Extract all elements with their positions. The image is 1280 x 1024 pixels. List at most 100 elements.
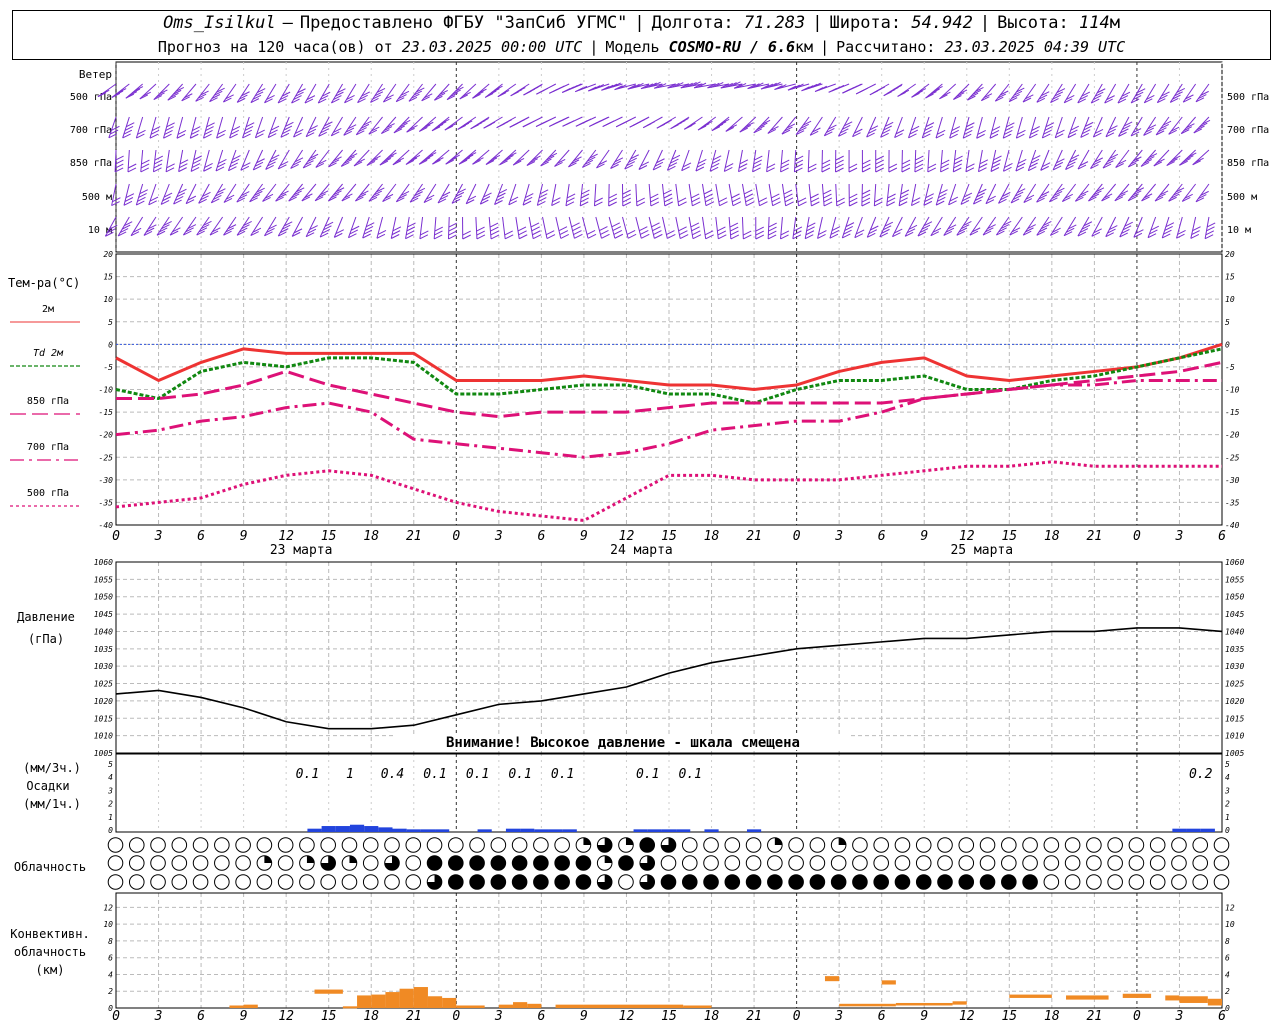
wind-barb [122,116,135,139]
wind-barb-feather [435,157,444,163]
wind-barb-feather [1095,187,1105,193]
wind-barb-feather [1080,190,1089,196]
wind-barb-feather [1056,129,1065,135]
wind-barb-feather [1022,97,1032,103]
wind-barb-feather [1088,196,1097,202]
wind-barb-feather [543,158,552,164]
wind-barb-shaft [152,149,157,172]
cloud-symbol [490,855,507,871]
temp-xtick: 18 [363,529,379,544]
wind-barb-feather [882,225,892,231]
wind-barb-feather [653,230,662,235]
wind-barb-shaft [1091,216,1103,237]
wind-barb [602,116,623,128]
wind-barb [927,149,937,173]
wind-barb-feather [122,133,131,139]
wind-barb-feather [449,92,459,98]
wind-barb-feather [356,130,365,136]
wind-barb [629,116,650,128]
cloud-symbol [490,874,507,890]
wind-barb-shaft [701,216,707,239]
wind-barb [395,183,410,203]
wind-barb-feather [652,226,661,232]
wind-barb-feather [212,227,221,233]
wind-barb-feather [328,196,337,202]
wind-barb-feather [995,96,1004,102]
wind-barb-feather [1124,221,1133,227]
wind-barb-shaft [344,83,357,104]
wind-barb-feather [823,193,832,199]
wind-barb-feather [990,167,1000,172]
cloud-symbol [1128,837,1145,853]
wind-barb-feather [587,156,596,162]
wind-barb-feather [480,117,489,123]
precip-bar [1200,828,1215,832]
wind-barb-shaft [215,149,224,172]
wind-barb-feather [976,192,985,198]
wind-barb-feather [915,155,924,161]
wind-barb-feather [330,193,340,199]
wind-barb [1176,216,1186,239]
wind-barb-shaft [1204,216,1210,239]
wind-barb [568,216,583,239]
wind-barb-feather [333,156,342,162]
wind-barb-feather [204,129,213,135]
wind-barb-shaft [728,183,734,206]
wind-barb-feather [1134,91,1144,97]
wind-barb-feather [808,163,817,169]
conv-ytick-right: 8 [1225,937,1230,946]
wind-barb-feather [480,199,489,205]
wind-barb [366,149,383,166]
temp-xtick: 21 [1087,529,1103,544]
wind-barb [293,116,304,138]
wind-barb-feather [862,167,871,173]
wind-barb [781,183,794,207]
cloud-symbol [724,874,741,890]
wind-barb-feather [724,82,733,88]
wind-barb-shaft [275,183,290,202]
wind-barb-feather [176,133,186,139]
wind-barb-feather [291,231,301,237]
wind-barb [614,83,636,91]
wind-barb [330,83,346,104]
wind-barb-shaft [277,83,290,104]
precip-bar [562,829,577,832]
wind-barb [767,116,783,134]
wind-barb-feather [344,193,353,199]
wind-barb-shaft [499,149,517,166]
wind-barb [315,149,330,168]
wind-barb [1117,83,1131,104]
wind-barb [459,83,477,100]
wind-barb-feather [917,88,927,93]
cloud-symbol [1064,874,1081,890]
wind-barb-feather [476,230,485,236]
wind-barb-feather [107,228,116,234]
wind-barb-feather [176,192,186,198]
wind-barb-feather [572,83,582,89]
wind-barb [341,183,357,202]
wind-barb-feather [1107,157,1116,162]
wind-barb-feather [569,84,578,90]
wind-barb-shaft [948,183,957,205]
longitude-label: Долгота: [651,13,734,33]
wind-barb [496,116,517,129]
conv-bar [895,1002,953,1006]
wind-barb-feather [396,125,405,131]
wind-barb [209,83,225,103]
wind-barb-feather [494,200,503,205]
wind-barb-feather [600,229,609,235]
cloud-symbol [384,855,400,871]
wind-barb-feather [173,199,182,205]
wind-barb-feather [869,125,879,131]
temp-ytick-right: -30 [1225,476,1240,485]
forecast-label: Прогноз на 120 часа(ов) от [157,38,393,56]
wind-barb-feather [960,224,970,230]
wind-barb-feather [1030,129,1039,135]
wind-barb-feather [914,90,923,96]
wind-barb-feather [164,129,173,135]
wind-barb-feather [156,230,166,236]
cloud-symbol [1043,837,1060,853]
wind-barb [223,216,237,236]
wind-barb [683,116,703,130]
wind-barb-shaft [240,149,250,171]
